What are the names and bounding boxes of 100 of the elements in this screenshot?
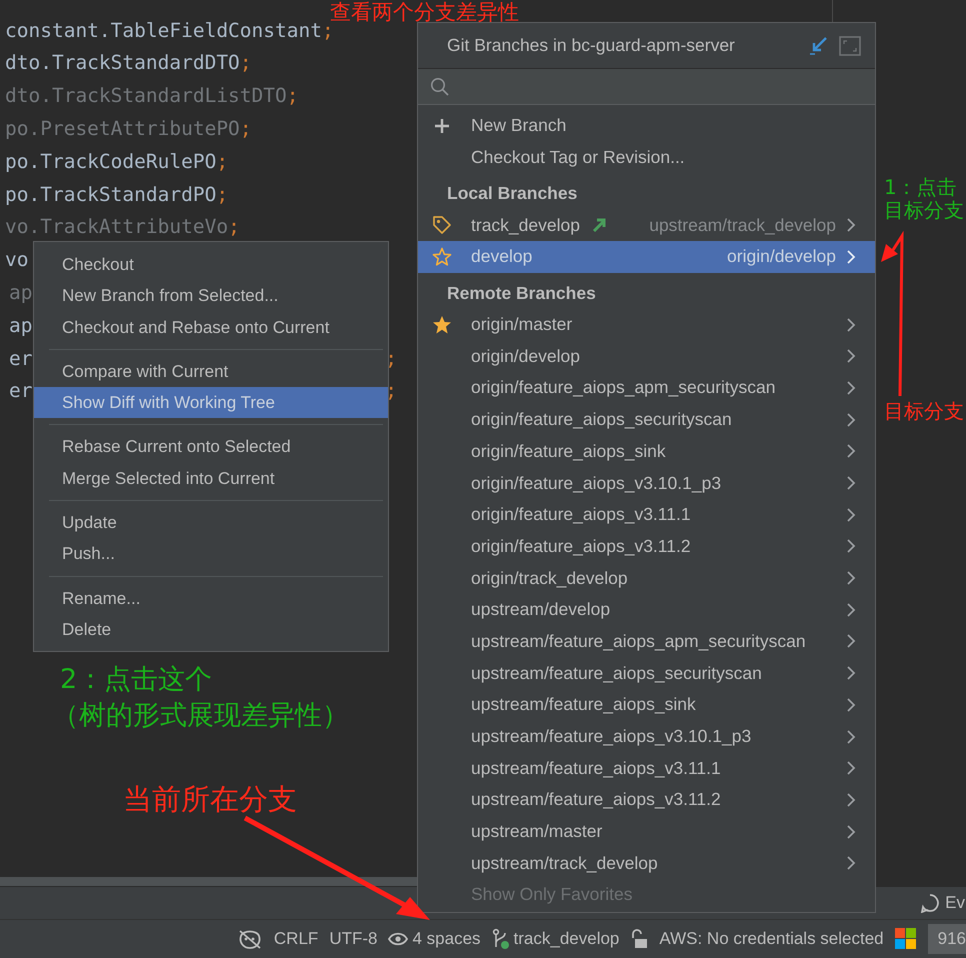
menu-item[interactable]: Rebase Current onto Selected <box>34 431 388 463</box>
indent-widget[interactable]: 4 spaces <box>412 929 481 949</box>
chevron-icon <box>846 475 856 492</box>
popup-title: Git Branches in bc-guard-apm-server <box>447 35 736 56</box>
chevron-icon <box>846 412 856 428</box>
action-item[interactable]: Checkout Tag or Revision... <box>471 147 685 168</box>
inspection-off-icon[interactable] <box>236 928 263 950</box>
four-squares-icon[interactable] <box>894 928 917 950</box>
menu-item[interactable]: Delete <box>34 614 388 646</box>
chevron-icon <box>846 380 856 396</box>
code-punctuation: ; <box>216 148 228 175</box>
branch-item[interactable]: origin/feature_aiops_securityscan <box>418 404 875 436</box>
chevron-icon <box>846 792 856 808</box>
code-punctuation: ; <box>385 378 397 404</box>
menu-item[interactable]: New Branch from Selected... <box>34 280 388 312</box>
annotation-text: 目标分支 <box>884 400 964 423</box>
code-punctuation: ; <box>216 182 228 208</box>
event-log-icon[interactable] <box>920 893 940 913</box>
branch-item[interactable]: origin/develop <box>418 340 875 372</box>
section-header: Local Branches <box>447 183 578 204</box>
branch-item[interactable]: upstream/feature_aiops_v3.10.1_p3 <box>418 720 875 752</box>
menu-item[interactable]: Show Diff with Working Tree <box>34 387 388 418</box>
chevron-icon <box>846 217 856 234</box>
pin-arrow-icon[interactable] <box>807 34 829 56</box>
branch-item[interactable]: upstream/feature_aiops_securityscan <box>418 657 875 689</box>
menu-item[interactable]: Rename... <box>34 582 388 614</box>
chevron-icon <box>846 855 856 872</box>
plus-icon <box>434 118 450 134</box>
menu-item[interactable]: Compare with Current <box>34 356 388 388</box>
section-header: Remote Branches <box>447 282 596 303</box>
branch-item[interactable]: upstream/feature_aiops_apm_securityscan <box>418 626 875 658</box>
chevron-icon <box>846 248 856 265</box>
chevron-icon <box>846 602 856 618</box>
chevron-icon <box>846 633 856 650</box>
scrollbar-thumb[interactable] <box>0 877 420 886</box>
chevron-icon <box>846 348 856 364</box>
branch-item[interactable]: origin/track_develop <box>418 562 875 594</box>
branch-item[interactable]: upstream/develop <box>418 594 875 626</box>
memory-indicator[interactable]: 916 <box>928 924 966 954</box>
branch-item[interactable]: track_develop upstream/track_develop <box>418 209 875 242</box>
menu-item[interactable]: Update <box>34 507 388 538</box>
annotation-text: 当前所在分支 <box>123 783 297 816</box>
code-text: vo.TrackAttributeVo <box>5 214 228 240</box>
code-punctuation: ; <box>240 50 252 76</box>
branch-item[interactable]: origin/feature_aiops_v3.11.2 <box>418 530 875 562</box>
branch-item[interactable]: upstream/track_develop <box>418 847 875 880</box>
code-text: ap <box>9 312 32 339</box>
branch-item[interactable]: upstream/feature_aiops_v3.11.1 <box>418 752 875 784</box>
branch-item[interactable]: origin/feature_aiops_v3.10.1_p3 <box>418 467 875 499</box>
branch-item[interactable]: origin/feature_aiops_apm_securityscan <box>418 372 875 404</box>
code-punctuation: ; <box>240 116 252 142</box>
chevron-icon <box>846 506 856 523</box>
code-text: po.TrackCodeRulePO <box>5 148 216 175</box>
annotation-text: 2：点击这个 <box>60 664 212 696</box>
code-text: vo <box>5 247 28 274</box>
menu-item[interactable]: Merge Selected into Current <box>34 462 388 494</box>
star-outline-icon <box>432 246 452 267</box>
annotation-text: （树的形式展现差异性） <box>52 700 349 732</box>
code-text: ap <box>9 280 32 306</box>
code-punctuation: ; <box>385 346 397 372</box>
code-punctuation: ; <box>228 214 240 240</box>
menu-item[interactable]: Checkout <box>34 249 388 280</box>
code-text: dto.TrackStandardListDTO <box>5 83 287 110</box>
annotation-text: 1：点击目标分支 <box>884 176 964 222</box>
chevron-icon <box>846 443 856 460</box>
code-text: po.PresetAttributePO <box>5 116 240 142</box>
code-text: po.TrackStandardPO <box>5 182 216 208</box>
line-separator-widget[interactable]: CRLF <box>274 929 318 949</box>
menu-item[interactable]: Push... <box>34 538 388 570</box>
search-icon <box>430 76 450 96</box>
aws-widget[interactable]: AWS: No credentials selected <box>659 929 884 949</box>
action-item[interactable]: New Branch <box>471 115 566 136</box>
chevron-icon <box>846 316 856 333</box>
code-text: dto.TrackStandardDTO <box>5 50 240 76</box>
branch-item[interactable]: upstream/feature_aiops_sink <box>418 689 875 721</box>
branch-item[interactable]: upstream/feature_aiops_v3.11.2 <box>418 784 875 816</box>
chevron-icon <box>846 760 856 776</box>
event-log-button[interactable]: Ev <box>945 893 965 913</box>
eye-icon <box>388 932 408 946</box>
code-text: constant.TableFieldConstant <box>5 18 322 44</box>
chevron-icon <box>846 696 856 713</box>
branch-item[interactable]: origin/master <box>418 308 875 340</box>
branch-item[interactable]: origin/feature_aiops_sink <box>418 436 875 468</box>
branch-icon <box>492 928 510 950</box>
branch-item[interactable]: origin/feature_aiops_v3.11.1 <box>418 498 875 531</box>
unlock-icon[interactable] <box>630 929 648 949</box>
code-text: er <box>9 346 32 372</box>
menu-item[interactable]: Checkout and Rebase onto Current <box>34 312 388 343</box>
branch-widget[interactable]: track_develop <box>514 929 620 949</box>
chevron-icon <box>846 728 856 745</box>
chevron-icon <box>846 824 856 840</box>
chevron-icon <box>846 665 856 682</box>
chevron-icon <box>846 570 856 586</box>
code-text: er <box>9 378 32 404</box>
encoding-widget[interactable]: UTF-8 <box>329 929 378 949</box>
search-field[interactable] <box>418 69 875 105</box>
branch-item[interactable]: upstream/master <box>418 816 875 848</box>
chevron-icon <box>846 538 856 554</box>
branch-item[interactable]: develop origin/develop <box>418 241 875 273</box>
code-punctuation: ; <box>286 83 299 110</box>
